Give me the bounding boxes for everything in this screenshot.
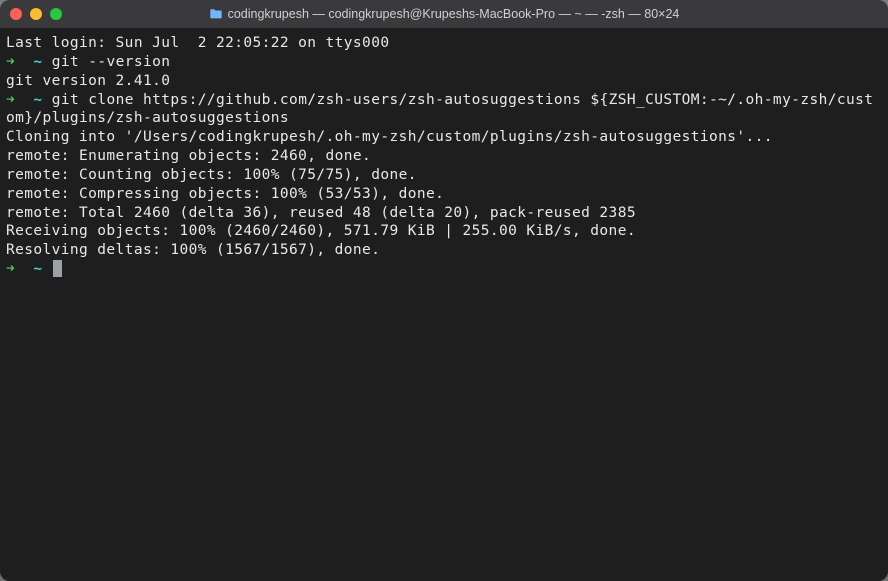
output-line: Cloning into '/Users/codingkrupesh/.oh-m… <box>6 128 882 147</box>
output-line: Receiving objects: 100% (2460/2460), 571… <box>6 222 882 241</box>
output-line: remote: Total 2460 (delta 36), reused 48… <box>6 204 882 223</box>
prompt-arrow-icon: ➜ <box>6 92 15 108</box>
output-line: remote: Counting objects: 100% (75/75), … <box>6 166 882 185</box>
cursor <box>53 260 62 277</box>
close-button[interactable] <box>10 8 22 20</box>
prompt-line: ➜ ~ git --version <box>6 53 882 72</box>
prompt-line: ➜ ~ <box>6 260 882 279</box>
command-text: git --version <box>52 54 171 70</box>
maximize-button[interactable] <box>50 8 62 20</box>
prompt-arrow-icon: ➜ <box>6 261 15 277</box>
window-controls <box>10 8 62 20</box>
output-line: remote: Compressing objects: 100% (53/53… <box>6 185 882 204</box>
prompt-cwd: ~ <box>33 92 42 108</box>
command-text: git clone https://github.com/zsh-users/z… <box>6 92 873 127</box>
terminal-body[interactable]: Last login: Sun Jul 2 22:05:22 on ttys00… <box>0 28 888 581</box>
folder-icon <box>209 7 223 21</box>
window-title: codingkrupesh — codingkrupesh@Krupeshs-M… <box>0 7 888 21</box>
prompt-cwd: ~ <box>33 54 42 70</box>
output-line: Resolving deltas: 100% (1567/1567), done… <box>6 241 882 260</box>
minimize-button[interactable] <box>30 8 42 20</box>
titlebar[interactable]: codingkrupesh — codingkrupesh@Krupeshs-M… <box>0 0 888 28</box>
output-line: git version 2.41.0 <box>6 72 882 91</box>
prompt-arrow-icon: ➜ <box>6 54 15 70</box>
terminal-window: codingkrupesh — codingkrupesh@Krupeshs-M… <box>0 0 888 581</box>
output-line: Last login: Sun Jul 2 22:05:22 on ttys00… <box>6 34 882 53</box>
window-title-text: codingkrupesh — codingkrupesh@Krupeshs-M… <box>228 7 680 21</box>
prompt-line: ➜ ~ git clone https://github.com/zsh-use… <box>6 91 882 129</box>
output-line: remote: Enumerating objects: 2460, done. <box>6 147 882 166</box>
prompt-cwd: ~ <box>33 261 42 277</box>
